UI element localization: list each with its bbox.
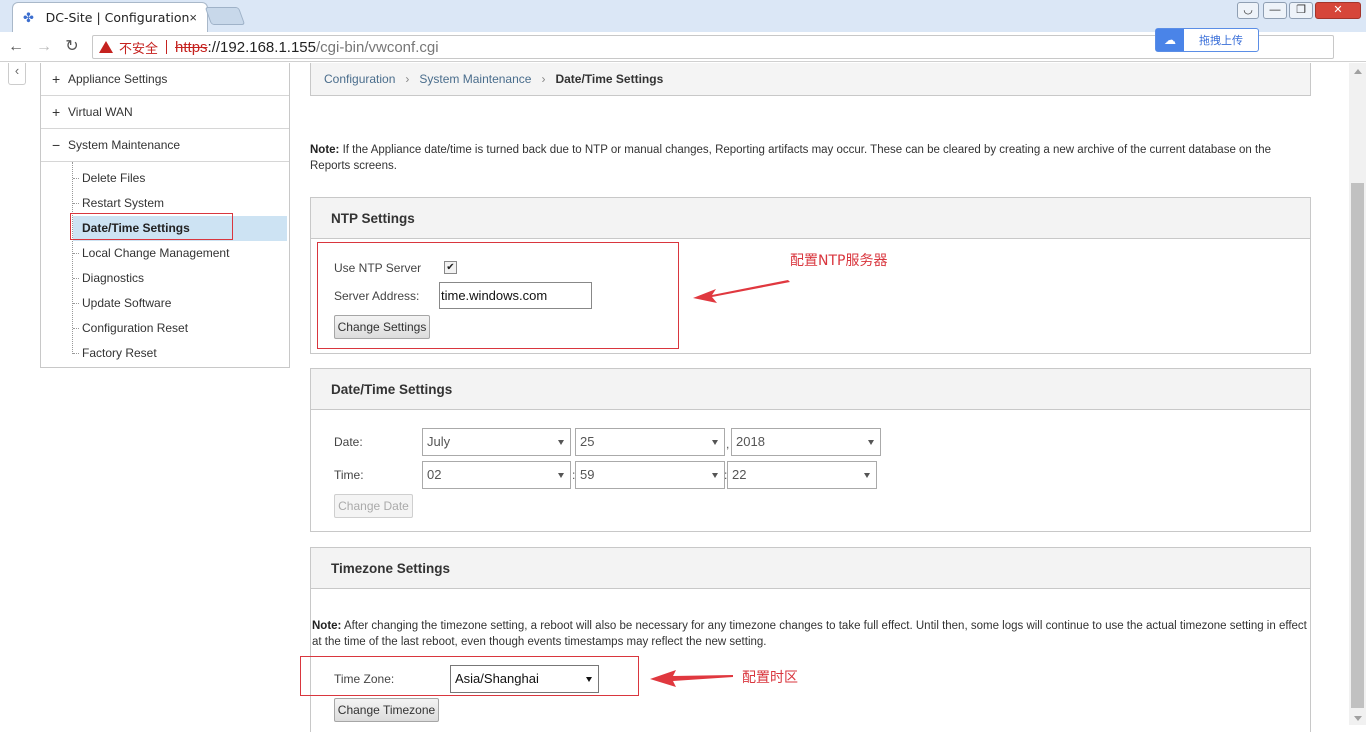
- warning-icon: [99, 41, 113, 53]
- site-favicon-icon: ✤: [23, 9, 34, 25]
- url-protocol: https: [175, 38, 208, 56]
- upload-label: 拖拽上传: [1199, 34, 1243, 47]
- annotation-arrow-icon: [693, 280, 790, 303]
- cloud-icon: ☁: [1156, 29, 1184, 51]
- page-scrollbar[interactable]: [1349, 63, 1366, 725]
- annotation-arrows: [650, 280, 790, 687]
- upload-extension-button[interactable]: ☁ 拖拽上传: [1155, 28, 1259, 52]
- minimize-button[interactable]: —: [1263, 2, 1287, 19]
- url-host: ://192.168.1.155: [207, 38, 316, 56]
- scroll-up-icon[interactable]: [1354, 69, 1362, 74]
- forward-arrow-icon[interactable]: →: [34, 37, 54, 57]
- page-content: ‹ + Appliance Settings + Virtual WAN − S…: [0, 63, 1366, 732]
- close-window-button[interactable]: ✕: [1315, 2, 1361, 19]
- url-bar[interactable]: 不安全 https://192.168.1.155/cgi-bin/vwconf…: [92, 35, 1334, 59]
- tab-close-icon[interactable]: ×: [189, 10, 197, 25]
- new-tab-button[interactable]: [204, 7, 246, 25]
- divider: [166, 40, 168, 54]
- browser-tab[interactable]: ✤ DC-Site | Configuration ×: [12, 2, 208, 32]
- scrollbar-thumb[interactable]: [1351, 183, 1364, 708]
- profile-button[interactable]: ◡: [1237, 2, 1259, 19]
- scroll-down-icon[interactable]: [1354, 716, 1362, 721]
- security-status[interactable]: 不安全: [119, 38, 158, 57]
- url-path: /cgi-bin/vwconf.cgi: [315, 38, 439, 56]
- user-icon: ◡: [1243, 4, 1253, 16]
- back-arrow-icon[interactable]: ←: [6, 37, 26, 57]
- tab-title: DC-Site | Configuration: [45, 10, 190, 25]
- annotation-arrow-icon: [650, 670, 733, 687]
- reload-icon[interactable]: ↻: [62, 37, 82, 57]
- restore-button[interactable]: ❐: [1289, 2, 1313, 19]
